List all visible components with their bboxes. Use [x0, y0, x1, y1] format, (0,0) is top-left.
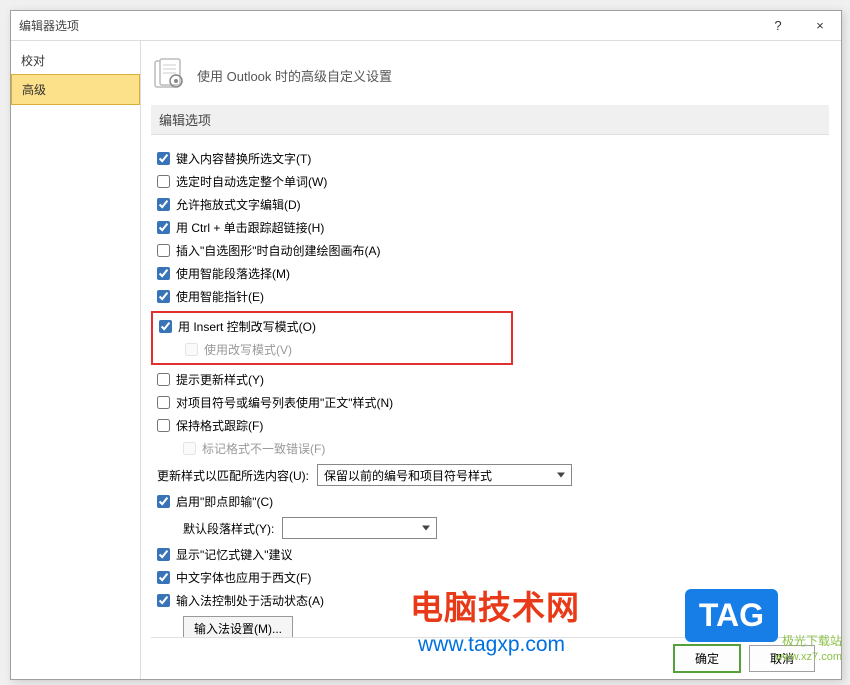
row-update-style: 更新样式以匹配所选内容(U): 保留以前的编号和项目符号样式 — [157, 460, 829, 490]
chk-autocomplete-suggest[interactable] — [157, 548, 170, 561]
opt-smart-cursor[interactable]: 使用智能指针(E) — [157, 285, 829, 308]
chk-auto-word-select[interactable] — [157, 175, 170, 188]
opt-prompt-style-update[interactable]: 提示更新样式(Y) — [157, 368, 829, 391]
dialog-footer: 确定 取消 — [151, 637, 829, 679]
dropdown-default-paragraph[interactable] — [282, 517, 437, 539]
opt-keep-format-track[interactable]: 保持格式跟踪(F) — [157, 414, 829, 437]
opt-ctrl-click-link[interactable]: 用 Ctrl + 单击跟踪超链接(H) — [157, 216, 829, 239]
chk-use-overwrite — [185, 343, 198, 356]
opt-drag-drop-edit[interactable]: 允许拖放式文字编辑(D) — [157, 193, 829, 216]
chk-keep-format-track[interactable] — [157, 419, 170, 432]
nav-sidebar: 校对 高级 — [11, 41, 141, 679]
ok-button[interactable]: 确定 — [673, 644, 741, 673]
opt-autoshape-canvas[interactable]: 插入"自选图形"时自动创建绘图画布(A) — [157, 239, 829, 262]
chk-ime-active[interactable] — [157, 594, 170, 607]
dropdown-update-style[interactable]: 保留以前的编号和项目符号样式 — [317, 464, 572, 486]
editor-options-dialog: 编辑器选项 ? × 校对 高级 使用 Outlook 时的高级自定义设置 — [10, 10, 842, 680]
chk-cn-font-western[interactable] — [157, 571, 170, 584]
highlight-insert-overwrite: 用 Insert 控制改写模式(O) 使用改写模式(V) — [151, 311, 513, 365]
section-title-editing: 编辑选项 — [151, 105, 829, 135]
nav-item-proofing[interactable]: 校对 — [11, 46, 140, 75]
opt-use-overwrite: 使用改写模式(V) — [159, 338, 505, 361]
chk-mark-format-inconsist — [183, 442, 196, 455]
titlebar: 编辑器选项 ? × — [11, 11, 841, 41]
opt-insert-overwrite[interactable]: 用 Insert 控制改写模式(O) — [159, 315, 505, 338]
label-update-style: 更新样式以匹配所选内容(U): — [157, 467, 309, 484]
chk-type-replace[interactable] — [157, 152, 170, 165]
row-ime-settings: 输入法设置(M)... — [157, 612, 829, 637]
chk-click-and-type[interactable] — [157, 495, 170, 508]
chk-insert-overwrite[interactable] — [159, 320, 172, 333]
chk-smart-cursor[interactable] — [157, 290, 170, 303]
opt-mark-format-inconsist: 标记格式不一致错误(F) — [157, 437, 829, 460]
opt-type-replace[interactable]: 键入内容替换所选文字(T) — [157, 147, 829, 170]
dialog-body: 校对 高级 使用 Outlook 时的高级自定义设置 编辑选项 — [11, 41, 841, 679]
opt-click-and-type[interactable]: 启用"即点即输"(C) — [157, 490, 829, 513]
main-header-text: 使用 Outlook 时的高级自定义设置 — [197, 66, 392, 85]
chk-drag-drop-edit[interactable] — [157, 198, 170, 211]
opt-normal-style-lists[interactable]: 对项目符号或编号列表使用"正文"样式(N) — [157, 391, 829, 414]
ime-settings-button[interactable]: 输入法设置(M)... — [183, 616, 293, 637]
opt-auto-word-select[interactable]: 选定时自动选定整个单词(W) — [157, 170, 829, 193]
dialog-title: 编辑器选项 — [19, 17, 757, 34]
chk-prompt-style-update[interactable] — [157, 373, 170, 386]
opt-cn-font-western[interactable]: 中文字体也应用于西文(F) — [157, 566, 829, 589]
close-button[interactable]: × — [799, 11, 841, 41]
main-panel: 使用 Outlook 时的高级自定义设置 编辑选项 键入内容替换所选文字(T) … — [141, 41, 841, 679]
label-default-paragraph: 默认段落样式(Y): — [183, 520, 274, 537]
main-header: 使用 Outlook 时的高级自定义设置 — [151, 51, 829, 105]
opt-ime-active[interactable]: 输入法控制处于活动状态(A) — [157, 589, 829, 612]
nav-item-advanced[interactable]: 高级 — [11, 74, 140, 105]
chk-ctrl-click-link[interactable] — [157, 221, 170, 234]
chk-autoshape-canvas[interactable] — [157, 244, 170, 257]
row-default-paragraph: 默认段落样式(Y): — [157, 513, 829, 543]
opt-autocomplete-suggest[interactable]: 显示"记忆式键入"建议 — [157, 543, 829, 566]
chk-normal-style-lists[interactable] — [157, 396, 170, 409]
cancel-button[interactable]: 取消 — [749, 645, 815, 672]
chk-smart-paragraph[interactable] — [157, 267, 170, 280]
settings-document-icon — [151, 57, 187, 93]
help-button[interactable]: ? — [757, 11, 799, 41]
options-list: 键入内容替换所选文字(T) 选定时自动选定整个单词(W) 允许拖放式文字编辑(D… — [151, 147, 829, 637]
opt-smart-paragraph[interactable]: 使用智能段落选择(M) — [157, 262, 829, 285]
